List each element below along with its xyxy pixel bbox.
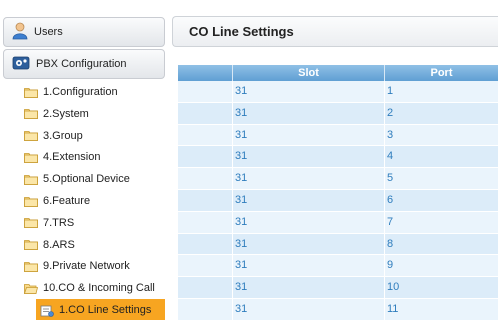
tree-item-label: 1.CO Line Settings bbox=[59, 304, 152, 316]
folder-icon bbox=[24, 174, 38, 185]
tree-item-label: 2.System bbox=[43, 107, 89, 120]
tree-item-label: 9.Private Network bbox=[43, 260, 130, 273]
slot-cell: 31 bbox=[233, 189, 385, 211]
row-select-cell[interactable] bbox=[178, 146, 233, 168]
folder-icon bbox=[24, 261, 38, 272]
slot-cell: 31 bbox=[233, 233, 385, 255]
tree-item-label: 3.Group bbox=[43, 129, 83, 142]
table-row[interactable]: 31 7 bbox=[178, 211, 498, 234]
row-select-cell[interactable] bbox=[178, 189, 233, 211]
users-label: Users bbox=[34, 26, 63, 38]
settings-page-icon bbox=[40, 305, 54, 317]
table-row[interactable]: 31 6 bbox=[178, 189, 498, 212]
port-cell: 4 bbox=[387, 150, 394, 163]
folder-icon bbox=[24, 239, 38, 250]
slot-cell: 31 bbox=[233, 168, 385, 189]
row-select-cell[interactable] bbox=[178, 81, 233, 102]
table-row[interactable]: 31 10 bbox=[178, 277, 498, 299]
folder-open-icon bbox=[24, 283, 38, 294]
port-cell: 2 bbox=[387, 106, 394, 119]
port-cell: 9 bbox=[387, 259, 394, 272]
table-row[interactable]: 31 3 bbox=[178, 124, 498, 147]
table-row[interactable]: 31 4 bbox=[178, 146, 498, 169]
slot-cell: 31 bbox=[233, 124, 385, 146]
row-select-cell[interactable] bbox=[178, 168, 233, 189]
row-select-cell[interactable] bbox=[178, 211, 233, 233]
tree-item[interactable]: 7.TRS bbox=[24, 212, 165, 234]
tree-item[interactable]: 4.Extension bbox=[24, 146, 165, 168]
port-cell: 3 bbox=[387, 128, 394, 141]
row-select-cell[interactable] bbox=[178, 298, 233, 320]
tree-item[interactable]: 3.Group bbox=[24, 125, 165, 147]
row-select-cell[interactable] bbox=[178, 277, 233, 298]
slot-cell: 31 bbox=[233, 102, 385, 124]
slot-cell: 31 bbox=[233, 298, 385, 320]
port-cell: 5 bbox=[387, 172, 394, 185]
table-header: Slot Port bbox=[178, 65, 498, 81]
row-select-cell[interactable] bbox=[178, 233, 233, 255]
tree-item-co-line-settings[interactable]: 1.CO Line Settings bbox=[36, 299, 165, 320]
tree-item[interactable]: 6.Feature bbox=[24, 190, 165, 212]
port-cell: 6 bbox=[387, 193, 394, 206]
slot-cell: 31 bbox=[233, 277, 385, 298]
port-cell: 11 bbox=[387, 302, 399, 315]
tree-item-label: 1.Configuration bbox=[43, 86, 118, 98]
folder-icon bbox=[24, 130, 38, 141]
table-row[interactable]: 31 8 bbox=[178, 233, 498, 256]
folder-icon bbox=[24, 87, 38, 98]
page-title-bar: CO Line Settings bbox=[172, 16, 498, 47]
tree-item[interactable]: 8.ARS bbox=[24, 234, 165, 256]
column-header-port[interactable]: Port bbox=[385, 65, 498, 81]
tree-item-label: 4.Extension bbox=[43, 151, 101, 164]
pbx-configuration-icon bbox=[12, 55, 30, 74]
row-select-cell[interactable] bbox=[178, 255, 233, 277]
sidebar: Users PBX Configuration 1.Configuration 2… bbox=[0, 0, 168, 320]
table-row[interactable]: 31 1 bbox=[178, 81, 498, 103]
tree-item[interactable]: 9.Private Network bbox=[24, 255, 165, 277]
slot-cell: 31 bbox=[233, 81, 385, 102]
table-row[interactable]: 31 2 bbox=[178, 102, 498, 125]
users-panel-button[interactable]: Users bbox=[3, 17, 165, 47]
pbx-configuration-label: PBX Configuration bbox=[36, 58, 127, 70]
tree-item-label: 6.Feature bbox=[43, 195, 91, 207]
tree-item-label: 5.Optional Device bbox=[43, 173, 130, 186]
folder-icon bbox=[24, 108, 38, 120]
pbx-configuration-panel-button[interactable]: PBX Configuration bbox=[3, 49, 165, 79]
port-cell: 8 bbox=[387, 237, 394, 250]
users-icon bbox=[12, 22, 28, 43]
port-cell: 10 bbox=[387, 281, 400, 294]
slot-cell: 31 bbox=[233, 211, 385, 233]
folder-icon bbox=[24, 152, 38, 163]
tree-item-label: 8.ARS bbox=[43, 238, 75, 251]
folder-icon bbox=[24, 217, 38, 229]
row-select-cell[interactable] bbox=[178, 102, 233, 124]
row-select-cell[interactable] bbox=[178, 124, 233, 146]
tree-item-label: 7.TRS bbox=[43, 216, 75, 229]
table-row[interactable]: 31 5 bbox=[178, 168, 498, 190]
tree-item[interactable]: 5.Optional Device bbox=[24, 168, 165, 190]
co-line-table: Slot Port 31 1 31 2 31 3 31 4 31 5 31 6 31 7 31 8 31 9 31 1… bbox=[178, 65, 498, 320]
column-header-slot[interactable]: Slot bbox=[233, 65, 385, 81]
port-cell: 1 bbox=[387, 85, 394, 97]
tree-item-label: 10.CO & Incoming Call bbox=[43, 282, 155, 295]
page-title: CO Line Settings bbox=[189, 24, 294, 39]
tree-item[interactable]: 2.System bbox=[24, 103, 165, 125]
table-row[interactable]: 31 9 bbox=[178, 255, 498, 278]
tree-item[interactable]: 10.CO & Incoming Call bbox=[24, 277, 165, 299]
port-cell: 7 bbox=[387, 215, 394, 228]
tree-item[interactable]: 1.Configuration bbox=[24, 81, 165, 103]
header-blank-cell bbox=[178, 65, 233, 81]
folder-icon bbox=[24, 196, 38, 207]
table-row[interactable]: 31 11 bbox=[178, 298, 498, 320]
slot-cell: 31 bbox=[233, 255, 385, 277]
slot-cell: 31 bbox=[233, 146, 385, 168]
